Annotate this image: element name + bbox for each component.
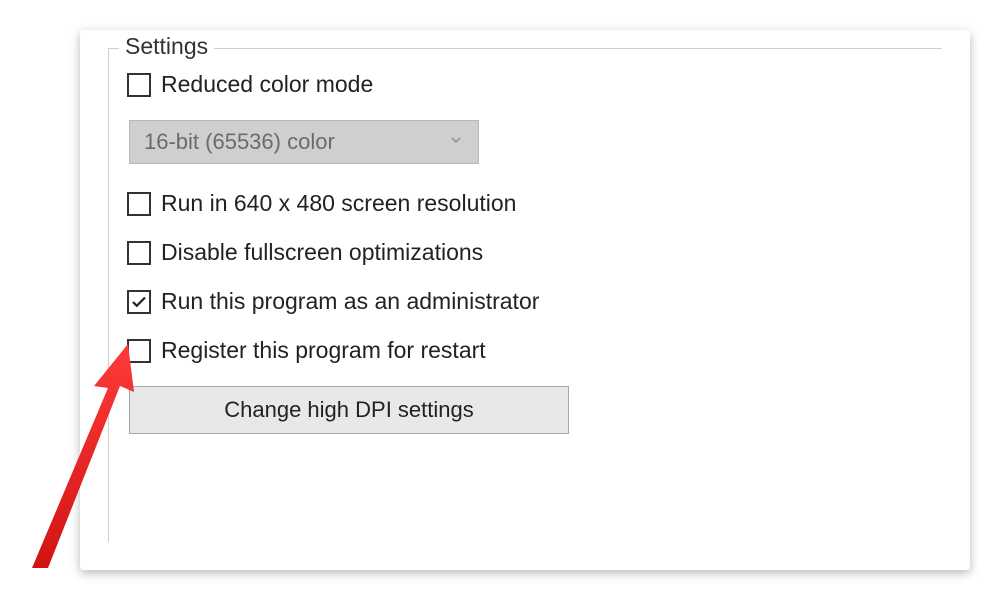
option-disable-fullscreen: Disable fullscreen optimizations: [127, 239, 942, 266]
option-register-restart: Register this program for restart: [127, 337, 942, 364]
label-run-as-admin[interactable]: Run this program as an administrator: [161, 288, 539, 315]
color-depth-dropdown: 16-bit (65536) color: [129, 120, 479, 164]
checkbox-register-restart[interactable]: [127, 339, 151, 363]
label-disable-fullscreen[interactable]: Disable fullscreen optimizations: [161, 239, 483, 266]
change-dpi-label: Change high DPI settings: [224, 397, 474, 423]
checkbox-disable-fullscreen[interactable]: [127, 241, 151, 265]
label-reduced-color[interactable]: Reduced color mode: [161, 71, 373, 98]
change-dpi-button[interactable]: Change high DPI settings: [129, 386, 569, 434]
option-run-as-admin: Run this program as an administrator: [127, 288, 942, 315]
option-reduced-color: Reduced color mode: [127, 71, 942, 98]
groupbox-legend: Settings: [119, 33, 214, 60]
checkbox-run-as-admin[interactable]: [127, 290, 151, 314]
label-run-640x480[interactable]: Run in 640 x 480 screen resolution: [161, 190, 516, 217]
checkbox-run-640x480[interactable]: [127, 192, 151, 216]
settings-groupbox: Settings Reduced color mode 16-bit (6553…: [108, 48, 942, 542]
color-depth-selected: 16-bit (65536) color: [144, 129, 335, 155]
checkbox-reduced-color[interactable]: [127, 73, 151, 97]
checkmark-icon: [130, 293, 148, 311]
settings-panel: Settings Reduced color mode 16-bit (6553…: [80, 30, 970, 570]
label-register-restart[interactable]: Register this program for restart: [161, 337, 486, 364]
chevron-down-icon: [448, 130, 464, 154]
option-run-640x480: Run in 640 x 480 screen resolution: [127, 190, 942, 217]
